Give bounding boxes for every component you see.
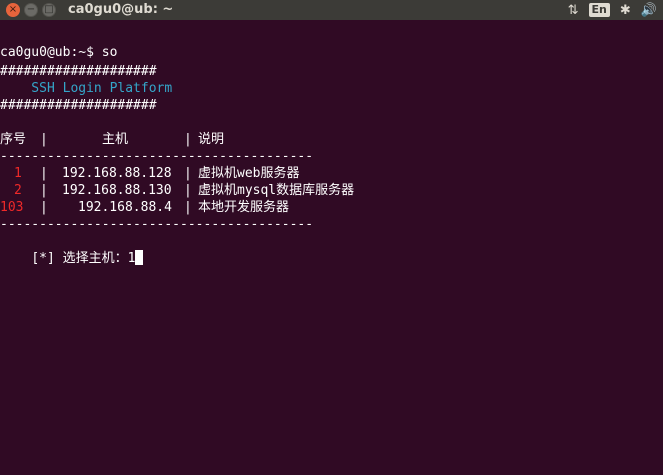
window-title: ca0gu0@ub: ~ (68, 2, 174, 17)
row-number: 2 (14, 183, 22, 198)
input-prompt: [*] 选择主机： (31, 251, 128, 266)
keyboard-language-indicator[interactable]: En (588, 3, 610, 17)
column-header-description: 说明 (198, 132, 225, 147)
window-titlebar: × − □ ca0gu0@ub: ~ ⇅ En ✱ 🔊 (0, 0, 663, 20)
volume-icon[interactable]: 🔊 (641, 3, 657, 18)
bluetooth-icon[interactable]: ✱ (620, 3, 631, 18)
column-header-host: 主机 (102, 132, 129, 147)
row-number: 1 (14, 166, 22, 181)
column-separator: | (184, 200, 192, 215)
column-separator: | (40, 200, 48, 215)
column-separator: | (40, 183, 48, 198)
row-host: 192.168.88.130 (62, 183, 172, 198)
input-line[interactable]: [*] 选择主机：1 (0, 233, 144, 266)
column-separator: | (184, 183, 192, 198)
column-separator: | (184, 132, 192, 147)
terminal-output[interactable]: ca0gu0@ub:~$ so #################### SSH… (0, 20, 663, 475)
table-header: 序号 | 主机 | 说明 (0, 131, 663, 148)
column-header-number: 序号 (0, 132, 27, 147)
maximize-button[interactable]: □ (42, 3, 56, 17)
column-separator: | (40, 166, 48, 181)
column-separator: | (184, 166, 192, 181)
network-icon[interactable]: ⇅ (568, 3, 579, 18)
table-row: 1 | 192.168.88.128 | 虚拟机web服务器 (0, 165, 663, 182)
text-cursor (135, 250, 144, 265)
row-host: 192.168.88.128 (62, 166, 172, 181)
table-row: 2 | 192.168.88.130 | 虚拟机mysql数据库服务器 (0, 182, 663, 199)
row-host: 192.168.88.4 (78, 200, 172, 215)
window-controls: × − □ (6, 3, 56, 17)
table-rule-top: ---------------------------------------- (0, 149, 314, 164)
table-row: 103 | 192.168.88.4 | 本地开发服务器 (0, 199, 663, 216)
table-rule-bottom: ---------------------------------------- (0, 217, 314, 232)
prompt-line: ca0gu0@ub:~$ so (0, 45, 118, 60)
close-button[interactable]: × (6, 3, 20, 17)
banner-title: SSH Login Platform (0, 81, 173, 96)
banner-border-bottom: #################### (0, 98, 157, 113)
minimize-button[interactable]: − (24, 3, 38, 17)
column-separator: | (40, 132, 48, 147)
banner-border-top: #################### (0, 64, 157, 79)
row-description: 虚拟机web服务器 (198, 166, 300, 181)
row-description: 虚拟机mysql数据库服务器 (198, 183, 355, 198)
input-value[interactable]: 1 (128, 251, 136, 266)
system-indicators: ⇅ En ✱ 🔊 (568, 0, 663, 20)
row-number: 103 (0, 200, 24, 215)
row-description: 本地开发服务器 (198, 200, 290, 215)
